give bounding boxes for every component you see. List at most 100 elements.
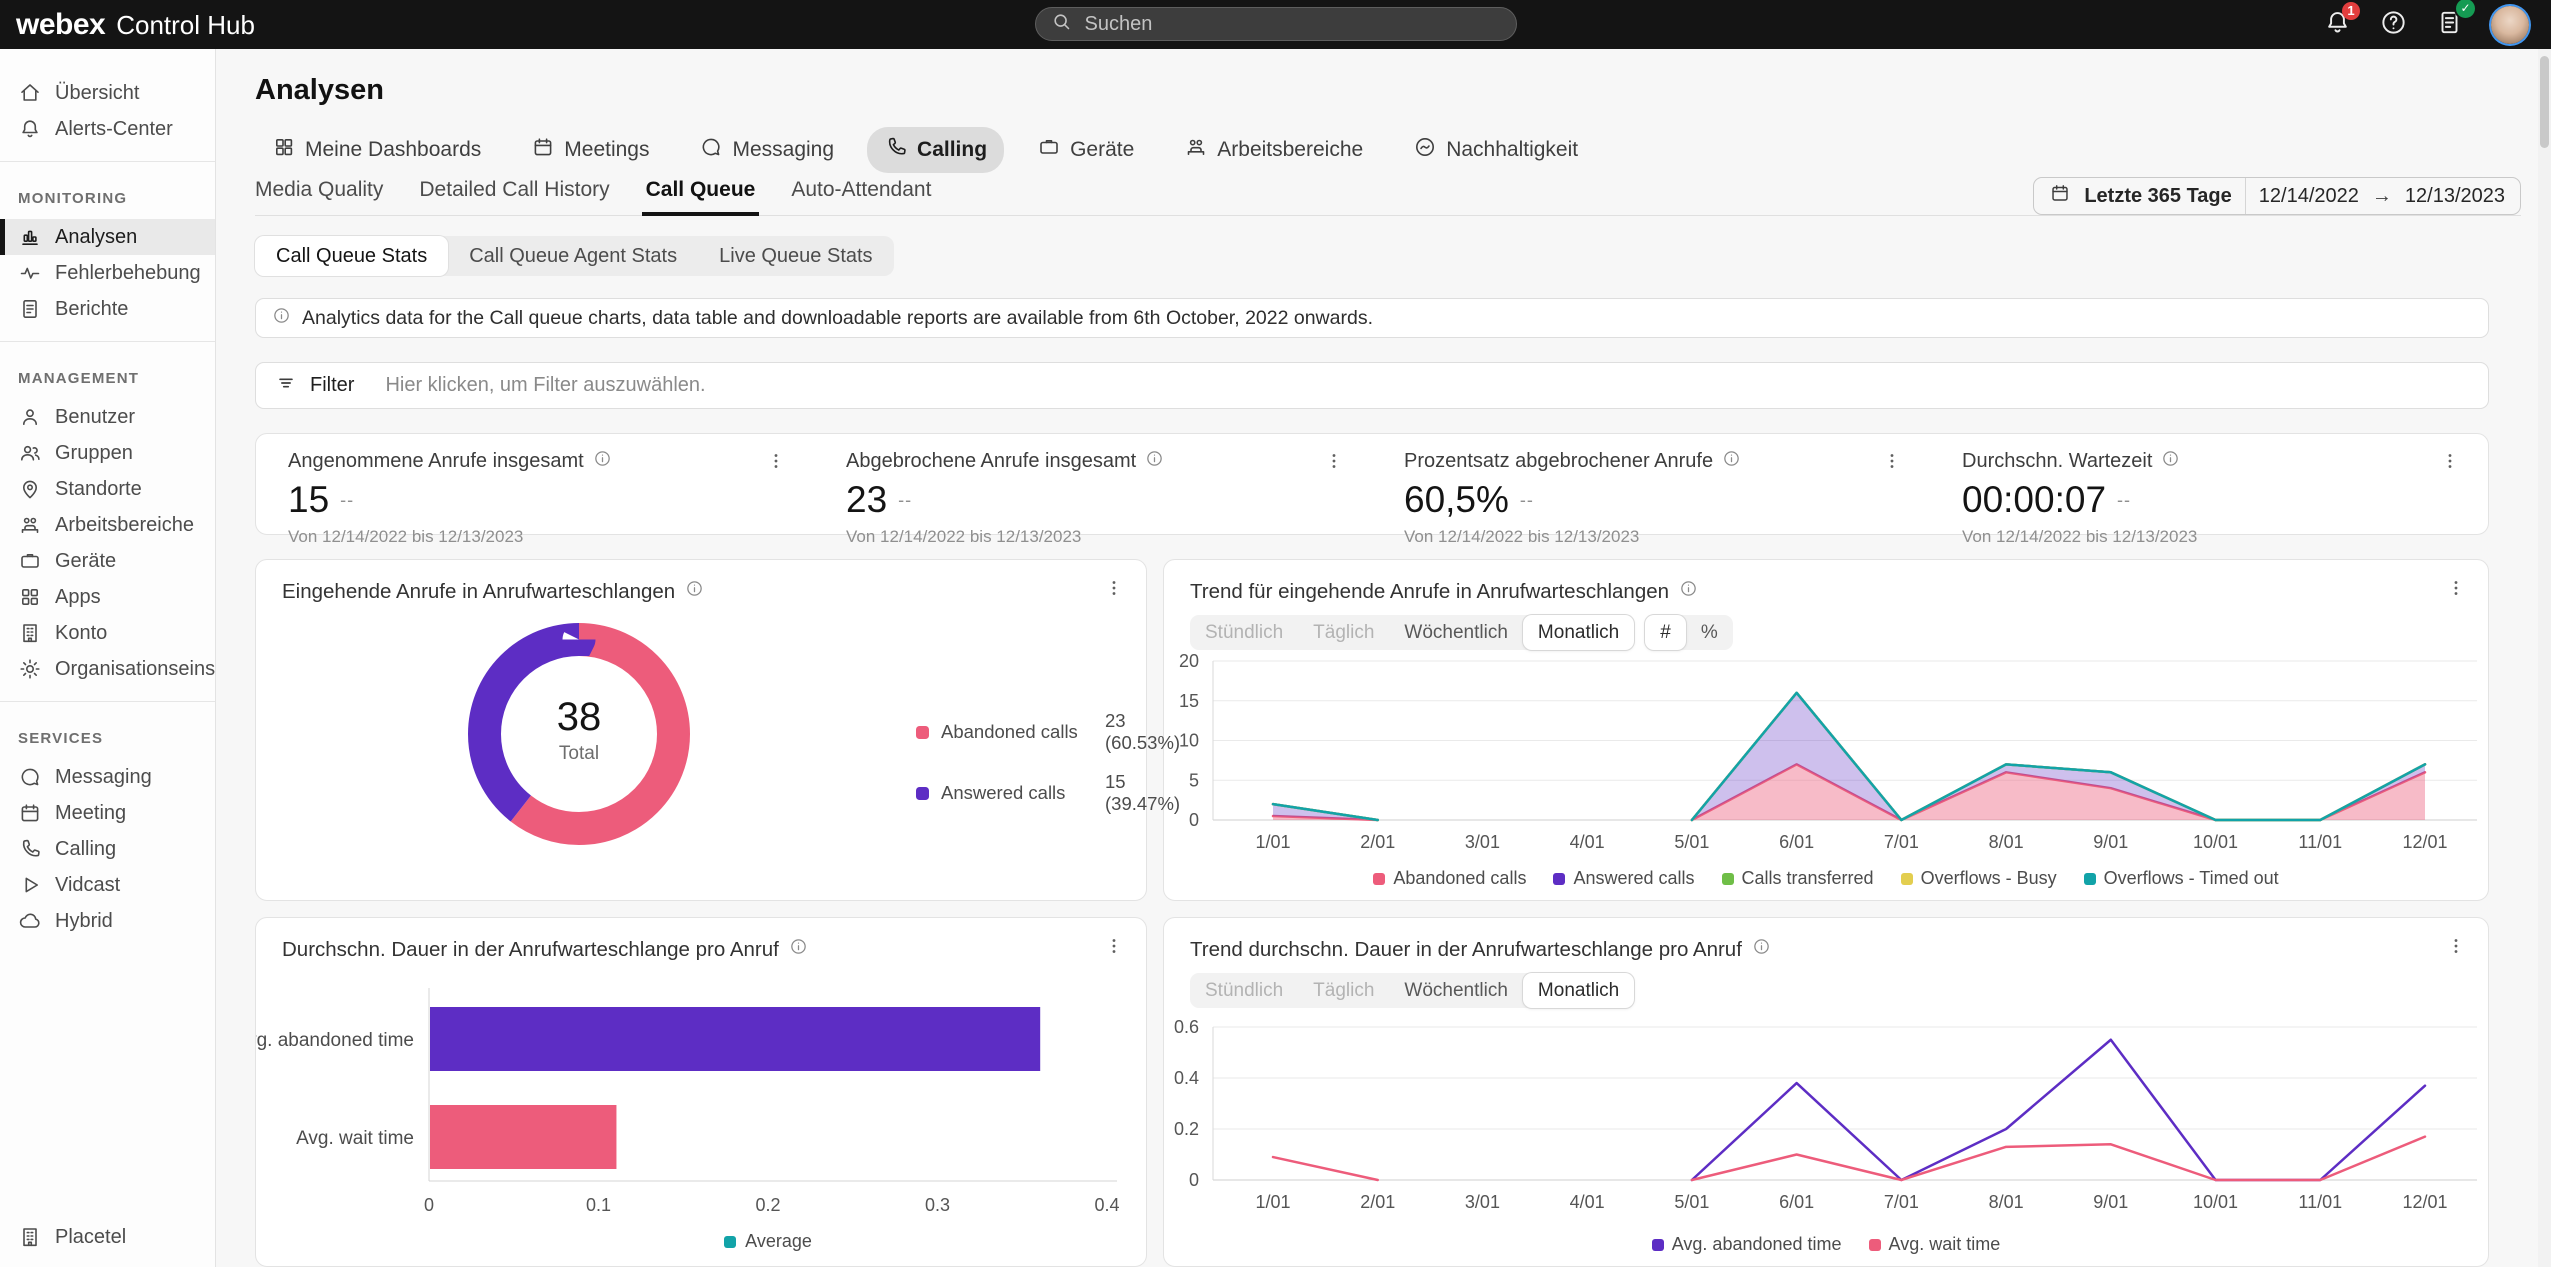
tasks-button[interactable]: ✓ [2435,8,2464,42]
pill-call-queue-agent-stats[interactable]: Call Queue Agent Stats [448,236,698,276]
search-input[interactable]: Suchen [1035,7,1517,41]
date-range-preset: Letzte 365 Tage [2084,185,2231,208]
kebab-menu-icon[interactable] [1324,450,1344,472]
notifications-button[interactable]: 1 [2323,8,2352,42]
legend-label: Overflows - Busy [1921,868,2057,889]
sidebar-item-geraete[interactable]: Geräte [0,543,215,579]
sidebar-item-gruppen[interactable]: Gruppen [0,435,215,471]
scrollbar-thumb[interactable] [2540,56,2549,148]
sidebar-item-placetel[interactable]: Placetel [0,1219,215,1255]
incoming-calls-donut-card: Eingehende Anrufe in Anrufwarteschlangen… [255,559,1147,901]
svg-text:12/01: 12/01 [2402,832,2447,852]
sidebar-item-uebersicht[interactable]: Übersicht [0,75,215,111]
tab-geraete[interactable]: Geräte [1020,127,1151,173]
toggle-monatlich[interactable]: Monatlich [1523,973,1634,1008]
legend-item-overflows-busy[interactable]: Overflows - Busy [1901,868,2057,889]
info-icon[interactable] [1145,449,1164,474]
toggle-taeglich[interactable]: Täglich [1298,973,1389,1008]
report-icon [18,297,42,321]
toggle-monatlich[interactable]: Monatlich [1523,615,1634,650]
sidebar-item-calling[interactable]: Calling [0,831,215,867]
toggle-stuendlich[interactable]: Stündlich [1190,615,1298,650]
sidebar-item-apps[interactable]: Apps [0,579,215,615]
sidebar-item-vidcast[interactable]: Vidcast [0,867,215,903]
legend-swatch [1373,873,1385,885]
sidebar-item-standorte[interactable]: Standorte [0,471,215,507]
subtab-call-queue[interactable]: Call Queue [646,178,756,202]
kpi-suffix: -- [1520,490,1534,511]
kebab-menu-icon[interactable] [2446,577,2466,599]
subtab-detailed-call-history[interactable]: Detailed Call History [419,178,609,202]
sidebar-item-alerts-center[interactable]: Alerts-Center [0,111,215,147]
legend-item-overflows-timed-out[interactable]: Overflows - Timed out [2084,868,2279,889]
tab-arbeitsbereiche[interactable]: Arbeitsbereiche [1167,127,1380,173]
subtab-auto-attendant[interactable]: Auto-Attendant [791,178,931,202]
pill-live-queue-stats[interactable]: Live Queue Stats [698,236,893,276]
sidebar-item-messaging[interactable]: Messaging [0,759,215,795]
donut-center: 38 Total [479,695,679,765]
kpi-caption: Von 12/14/2022 bis 12/13/2023 [846,527,1372,547]
page-scrollbar[interactable] [2538,49,2551,1267]
tab-meetings[interactable]: Meetings [514,127,666,173]
date-range-start[interactable]: 12/14/2022 [2259,185,2359,208]
tab-messaging[interactable]: Messaging [682,127,851,173]
sidebar-item-meeting[interactable]: Meeting [0,795,215,831]
legend-item-abandoned[interactable]: Abandoned calls23 (60.53%) [916,710,1180,754]
sidebar-item-fehlerbehebung[interactable]: Fehlerbehebung [0,255,215,291]
user-avatar[interactable] [2491,6,2529,44]
sidebar-item-organisationseinstellungen[interactable]: Organisationseinstellun... [0,651,215,687]
info-icon[interactable] [789,937,808,962]
legend-item-avg-wait-time[interactable]: Avg. wait time [1869,1234,2001,1255]
sidebar-item-analysen[interactable]: Analysen [0,219,215,255]
unit-toggle-group: # % [1645,615,1732,650]
kebab-menu-icon[interactable] [1882,450,1902,472]
sidebar-item-berichte[interactable]: Berichte [0,291,215,327]
info-icon[interactable] [1679,579,1698,604]
sidebar-item-konto[interactable]: Konto [0,615,215,651]
sidebar-item-hybrid[interactable]: Hybrid [0,903,215,939]
sidebar-section-monitoring: MONITORING [0,190,215,207]
kebab-menu-icon[interactable] [1104,935,1124,957]
subtab-media-quality[interactable]: Media Quality [255,178,383,202]
filter-icon [275,372,297,400]
kebab-menu-icon[interactable] [2440,450,2460,472]
legend-item-calls-transferred[interactable]: Calls transferred [1722,868,1874,889]
filter-bar[interactable]: Filter Hier klicken, um Filter auszuwähl… [255,362,2489,409]
pill-call-queue-stats[interactable]: Call Queue Stats [255,236,448,276]
svg-text:6/01: 6/01 [1779,1192,1814,1212]
legend-item-answered[interactable]: Answered calls15 (39.47%) [916,771,1180,815]
kebab-menu-icon[interactable] [2446,935,2466,957]
date-range-picker[interactable]: Letzte 365 Tage 12/14/2022 → 12/13/2023 [2033,177,2521,215]
legend-item-avg-abandoned-time[interactable]: Avg. abandoned time [1652,1234,1842,1255]
toggle-stuendlich[interactable]: Stündlich [1190,973,1298,1008]
tab-nachhaltigkeit[interactable]: Nachhaltigkeit [1396,127,1595,173]
tasks-check-badge: ✓ [2456,0,2475,18]
kebab-menu-icon[interactable] [766,450,786,472]
info-icon[interactable] [2161,449,2180,474]
sidebar-item-label: Benutzer [55,406,135,429]
info-icon [272,306,291,331]
legend-item-answered-calls[interactable]: Answered calls [1553,868,1694,889]
info-icon[interactable] [593,449,612,474]
date-range-end[interactable]: 12/13/2023 [2405,185,2505,208]
toggle-woechentlich[interactable]: Wöchentlich [1389,615,1523,650]
sidebar-item-label: Organisationseinstellun... [55,658,215,681]
sidebar-item-benutzer[interactable]: Benutzer [0,399,215,435]
legend-item-abandoned-calls[interactable]: Abandoned calls [1373,868,1526,889]
toggle-count[interactable]: # [1645,615,1686,650]
tab-calling[interactable]: Calling [867,127,1004,173]
toggle-taeglich[interactable]: Täglich [1298,615,1389,650]
home-icon [18,81,42,105]
toggle-woechentlich[interactable]: Wöchentlich [1389,973,1523,1008]
info-icon[interactable] [685,579,704,604]
info-icon[interactable] [1752,937,1771,962]
tab-meine-dashboards[interactable]: Meine Dashboards [255,127,498,173]
brand-control-hub: Control Hub [116,10,255,41]
kebab-menu-icon[interactable] [1104,577,1124,599]
toggle-percent[interactable]: % [1686,615,1733,650]
granularity-toggle-group: Stündlich Täglich Wöchentlich Monatlich [1190,973,1634,1008]
help-button[interactable] [2379,8,2408,42]
sidebar-item-arbeitsbereiche[interactable]: Arbeitsbereiche [0,507,215,543]
svg-text:0.2: 0.2 [755,1195,780,1215]
info-icon[interactable] [1722,449,1741,474]
